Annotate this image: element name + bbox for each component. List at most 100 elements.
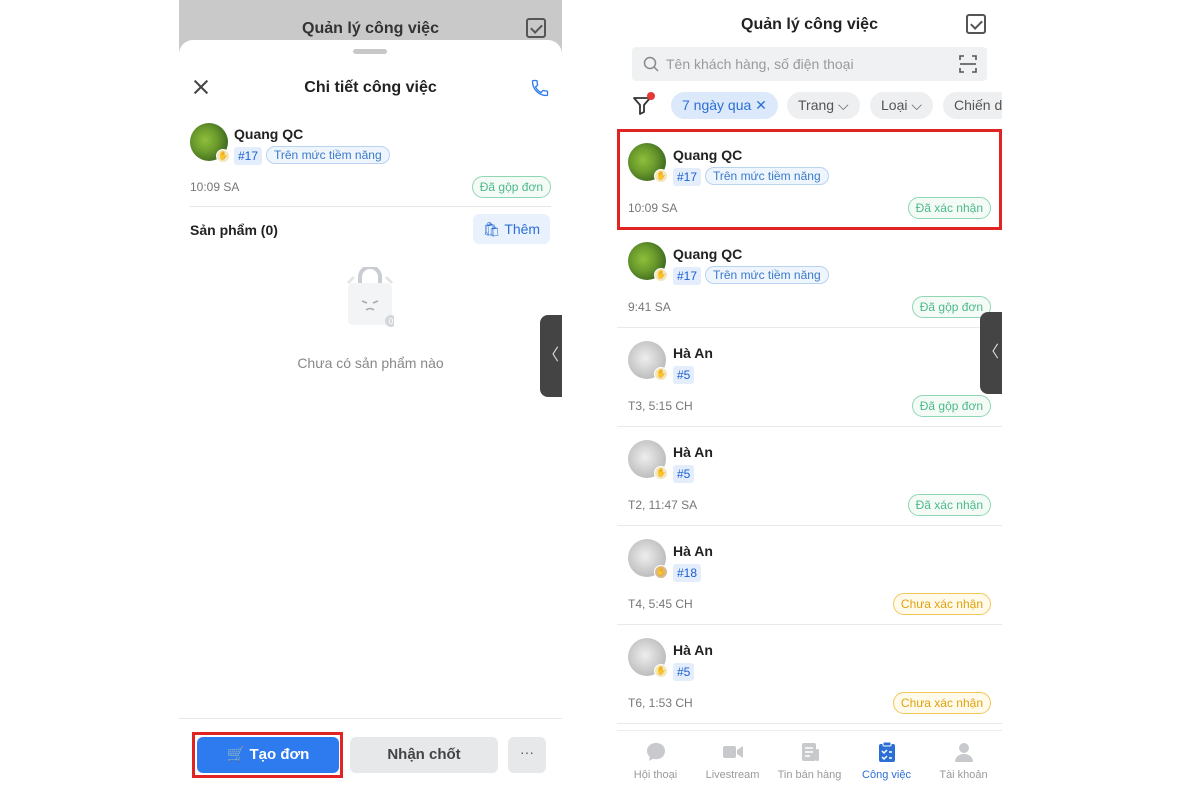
add-product-button[interactable]: 🛍 Thêm (473, 214, 550, 244)
tab-label: Hội thoại (633, 769, 678, 781)
customer-id-tag: #17 (234, 147, 263, 165)
add-product-icon: 🛍 (482, 221, 501, 237)
customer-avatar: ✋ (628, 242, 668, 282)
page-title: Quản lý công việc (741, 16, 878, 33)
divider (617, 525, 1002, 526)
task-state-badge: Chưa xác nhận (892, 593, 991, 615)
news-icon (802, 743, 819, 761)
tab-label: Livestream (705, 769, 760, 781)
empty-bag-icon: 0 (346, 267, 394, 327)
customer-avatar: ✋ (628, 440, 668, 480)
channel-badge-icon: ✋ (654, 466, 668, 480)
search-icon (643, 56, 659, 72)
channel-badge-icon: ✋ (654, 268, 668, 282)
empty-products-text: Chưa có sản phẩm nào (297, 355, 444, 371)
channel-badge-icon: ✋ (216, 149, 230, 163)
customer-avatar: ✋ (628, 539, 668, 579)
dimmed-header-title: Quản lý công việc (302, 20, 439, 37)
customer-status-tag: Trên mức tiềm năng (266, 146, 390, 164)
task-state-badge: Đã gộp đơn (911, 296, 991, 318)
accept-close-button[interactable]: Nhận chốt (350, 737, 498, 773)
task-time: T3, 5:15 CH (628, 399, 693, 413)
chip-type[interactable]: Loại ⌵ (870, 92, 933, 119)
tab-account[interactable]: Tài khoản (925, 731, 1002, 788)
channel-badge-icon: ✋ (654, 367, 668, 381)
task-card[interactable]: ✋ Quang QC #17 Trên mức tiềm năng 9:41 S… (617, 230, 1002, 328)
highlight-box (617, 129, 1002, 230)
customer-id-tag: #5 (673, 366, 695, 384)
sheet-grabber[interactable] (353, 49, 387, 54)
task-detail-screen: Quản lý công việc Chi tiết công việc ✋ Q… (179, 0, 562, 788)
customer-status-tag: Trên mức tiềm năng (705, 266, 829, 284)
video-camera-icon (723, 746, 743, 758)
chat-icon (647, 743, 665, 761)
filter-active-dot (647, 92, 655, 100)
clipboard-task-icon (879, 741, 895, 762)
divider (617, 327, 1002, 328)
user-icon (955, 743, 973, 762)
sheet-title: Chi tiết công việc (304, 79, 437, 96)
cart-icon: 🛒 (226, 746, 246, 763)
divider (617, 723, 1002, 724)
task-card[interactable]: ✋ Hà An #18 T4, 5:45 CH Chưa xác nhận (617, 527, 1002, 625)
divider (617, 624, 1002, 625)
tab-label: Tài khoản (939, 769, 988, 781)
search-input[interactable] (666, 47, 946, 81)
side-drawer-handle[interactable]: 〈 (980, 312, 1002, 394)
task-detail-sheet: Chi tiết công việc ✋ Quang QC #17 Trên m… (179, 40, 562, 788)
customer-name: Hà An (673, 345, 713, 361)
task-state-badge: Đã xác nhận (907, 494, 991, 516)
task-state-badge: Đã gộp đơn (911, 395, 991, 417)
tab-tasks[interactable]: Công việc (848, 731, 925, 788)
customer-name: Hà An (673, 642, 713, 658)
task-card[interactable]: ✋ Hà An #5 T6, 1:53 CH Chưa xác nhận (617, 626, 1002, 724)
customer-avatar: ✋ (628, 638, 668, 678)
chevron-left-icon: 〈 (982, 344, 999, 361)
customer-id-tag: #18 (673, 564, 702, 582)
create-order-button[interactable]: 🛒 Tạo đơn (197, 737, 339, 773)
task-card[interactable]: ✋ Hà An #5 T3, 5:15 CH Đã gộp đơn (617, 329, 1002, 427)
task-time: 9:41 SA (628, 300, 671, 314)
tab-livestream[interactable]: Livestream (694, 731, 771, 788)
task-time: T6, 1:53 CH (628, 696, 693, 710)
customer-name[interactable]: Quang QC (234, 126, 303, 142)
customer-avatar[interactable]: ✋ (190, 123, 230, 163)
side-drawer-handle[interactable]: 〈 (540, 315, 562, 397)
task-time: T4, 5:45 CH (628, 597, 693, 611)
channel-badge-icon: ✋ (654, 565, 668, 579)
scan-icon[interactable] (959, 55, 977, 73)
customer-id-tag: #5 (673, 663, 695, 681)
chip-campaign[interactable]: Chiến d (943, 92, 1002, 119)
customer-name: Hà An (673, 444, 713, 460)
task-state-badge: Chưa xác nhận (892, 692, 991, 714)
customer-id-tag: #5 (673, 465, 695, 483)
checklist-icon[interactable] (966, 14, 986, 34)
customer-name: Quang QC (673, 246, 743, 262)
tab-conversations[interactable]: Hội thoại (617, 731, 694, 788)
more-options-button[interactable]: ··· (508, 737, 546, 773)
task-time: 10:09 SA (190, 180, 240, 194)
channel-badge-icon: ✋ (654, 664, 668, 678)
create-order-label: Tạo đơn (249, 746, 310, 763)
action-bar: 🛒 Tạo đơn Nhận chốt ··· (179, 718, 562, 788)
bottom-tab-bar: Hội thoại Livestream Tin bán hàng Công v… (617, 730, 1002, 788)
svg-text:0: 0 (389, 317, 394, 326)
checklist-icon (526, 18, 546, 38)
products-label: Sản phẩm (0) (190, 222, 278, 238)
add-product-label: Thêm (504, 221, 541, 237)
task-card[interactable]: ✋ Hà An #5 T2, 11:47 SA Đã xác nhận (617, 428, 1002, 526)
task-list-screen: Quản lý công việc 7 ngày qua ✕ Trang ⌵ L… (617, 0, 1002, 788)
chevron-left-icon: 〈 (542, 347, 559, 364)
tab-label: Tin bán hàng (777, 769, 842, 781)
divider (190, 206, 551, 207)
customer-avatar: ✋ (628, 341, 668, 381)
customer-name: Hà An (673, 543, 713, 559)
divider (617, 426, 1002, 427)
task-state-badge: Đã gộp đơn (471, 176, 551, 198)
customer-id-tag: #17 (673, 267, 702, 285)
task-time: T2, 11:47 SA (628, 498, 698, 512)
tab-sales-posts[interactable]: Tin bán hàng (771, 731, 848, 788)
phone-icon[interactable] (530, 78, 550, 98)
chip-page[interactable]: Trang ⌵ (787, 92, 860, 119)
chip-date-range[interactable]: 7 ngày qua ✕ (671, 92, 778, 119)
